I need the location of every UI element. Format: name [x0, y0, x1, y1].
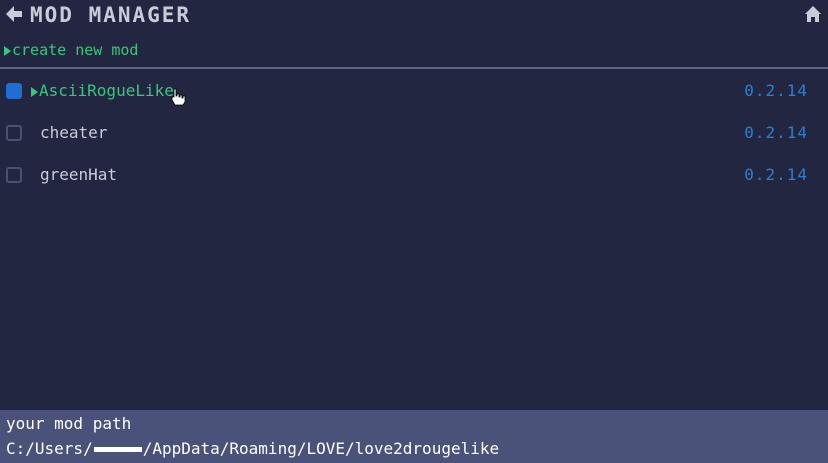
mod-checkbox[interactable]: [6, 167, 22, 183]
triangle-right-icon: [31, 86, 38, 97]
mod-path-prefix: C:/Users/: [6, 439, 93, 458]
mod-checkbox[interactable]: [6, 83, 22, 99]
divider: [0, 67, 828, 69]
mod-version: 0.2.14: [744, 81, 808, 100]
mod-row[interactable]: greenHat 0.2.14: [0, 162, 828, 204]
mod-name-label: AsciiRogueLike: [39, 81, 174, 100]
header: MOD MANAGER: [0, 0, 828, 34]
mod-path-footer: your mod path C:/Users/ /AppData/Roaming/…: [0, 410, 828, 463]
triangle-right-icon: [4, 45, 11, 56]
mod-checkbox[interactable]: [6, 125, 22, 141]
mod-version: 0.2.14: [744, 123, 808, 142]
page-title: MOD MANAGER: [30, 3, 192, 27]
hand-cursor-icon: [171, 88, 186, 106]
mod-version: 0.2.14: [744, 165, 808, 184]
mod-path-suffix: /AppData/Roaming/LOVE/love2drougelike: [142, 439, 500, 458]
redacted-username: [93, 447, 142, 452]
mod-list: AsciiRogueLike 0.2.14 cheater 0.2.14 gre…: [0, 78, 828, 204]
mod-row[interactable]: cheater 0.2.14: [0, 120, 828, 162]
mod-name: cheater: [40, 123, 108, 142]
mod-name: AsciiRogueLike: [31, 80, 174, 102]
mod-name: greenHat: [40, 165, 118, 184]
create-new-mod-button[interactable]: create new mod: [4, 40, 138, 60]
mod-path-label: your mod path: [6, 414, 132, 433]
mod-path-value: C:/Users/ /AppData/Roaming/LOVE/love2drou…: [6, 439, 499, 459]
create-new-mod-label: create new mod: [12, 41, 139, 59]
arrow-left-icon[interactable]: [6, 5, 24, 23]
home-icon[interactable]: [804, 5, 822, 23]
mod-row[interactable]: AsciiRogueLike 0.2.14: [0, 78, 828, 120]
